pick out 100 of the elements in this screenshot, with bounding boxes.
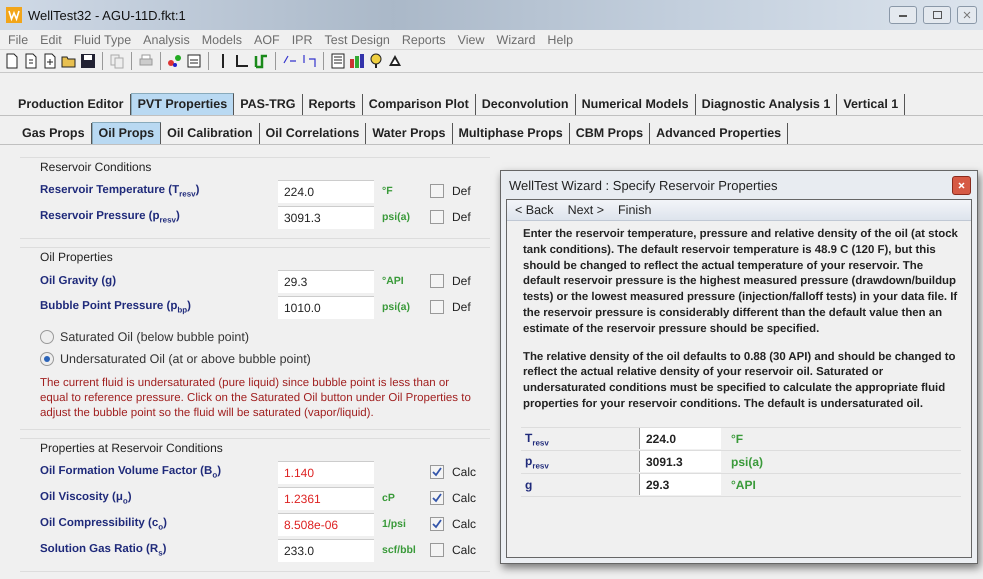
input-field[interactable]: 1010.0 bbox=[278, 296, 374, 318]
tab[interactable]: PVT Properties bbox=[130, 93, 234, 115]
checkbox[interactable] bbox=[430, 274, 444, 288]
radio-label: Undersaturated Oil (at or above bubble point) bbox=[60, 352, 311, 366]
checkmark-icon bbox=[432, 467, 442, 477]
u-curve-icon[interactable] bbox=[253, 53, 269, 69]
input-field[interactable]: 29.3 bbox=[639, 474, 721, 496]
checkbox-label: Calc bbox=[451, 491, 478, 505]
bar-chart-icon[interactable] bbox=[349, 53, 365, 69]
maximize-button[interactable] bbox=[923, 6, 951, 24]
checkbox[interactable] bbox=[430, 210, 444, 224]
checkbox-label: Def bbox=[451, 274, 472, 288]
input-field[interactable]: 3091.3 bbox=[639, 451, 721, 472]
checkbox-label: Calc bbox=[451, 517, 478, 531]
unit-label: psi(a) bbox=[730, 454, 764, 469]
checkbox-label: Def bbox=[451, 300, 472, 314]
unit-label: °F bbox=[730, 432, 744, 446]
nav-button[interactable]: Next > bbox=[568, 203, 604, 217]
tab[interactable]: Vertical 1 bbox=[837, 94, 906, 115]
file-icon[interactable] bbox=[23, 53, 39, 69]
unit-label: °API bbox=[730, 478, 757, 492]
minimize-button[interactable] bbox=[889, 6, 917, 24]
field-label: Bubble Point Pressure (p$_{bp}$) bbox=[40, 300, 192, 314]
checkbox[interactable] bbox=[430, 543, 444, 557]
checkbox[interactable] bbox=[430, 184, 444, 198]
radio-button[interactable] bbox=[40, 330, 54, 344]
status-message: The current fluid is undersaturated (pure liquid) since bubble point is less than or equal to reference pressure. Click on the Saturated Oil button under Oil Properties to adjust the bubble point so the fluid will be saturated (vapor/liquid). bbox=[40, 376, 472, 421]
instruction-text: Enter the reservoir temperature, pressure and relative density of the oil (at stock tank conditions). The default reservoir temperature is 48.9 C (120 F), but this should be changed to reflect the actual temperature of your reservoir. The default reservoir pressure is the highest measured pressure (drawdown/buildup tests) or the lowest measured pressure (injection/falloff tests) in your data file. If the reservoir pressure is considerably different than the default value then an estimate of the reservoir pressure should be specified. bbox=[523, 227, 959, 337]
nav-button[interactable]: Finish bbox=[618, 203, 652, 217]
tab[interactable]: Reports bbox=[302, 94, 363, 115]
save-icon[interactable] bbox=[80, 53, 96, 69]
menu-item[interactable]: File bbox=[2, 32, 34, 46]
tab[interactable]: Numerical Models bbox=[576, 94, 696, 115]
field-label: Solution Gas Ratio (R$_{s}$) bbox=[40, 542, 168, 558]
menu-item[interactable]: Models bbox=[196, 32, 248, 46]
input-field[interactable]: 1.140 bbox=[278, 460, 374, 484]
menu-item[interactable]: Fluid Type bbox=[68, 32, 138, 46]
window-title: WellTest32 - AGU-11D.fkt:1 bbox=[28, 8, 187, 22]
unit-label: psi(a) bbox=[381, 301, 412, 313]
unit-label: cP bbox=[381, 492, 396, 504]
checkbox[interactable] bbox=[430, 300, 444, 314]
menu-item[interactable]: Test Design bbox=[318, 32, 396, 46]
scatter-icon[interactable] bbox=[167, 53, 183, 69]
tab[interactable]: Multiphase Props bbox=[452, 123, 570, 144]
tab[interactable]: Water Props bbox=[366, 123, 452, 144]
tab[interactable]: Oil Correlations bbox=[260, 123, 366, 144]
app-logo-icon bbox=[6, 7, 22, 23]
checkbox-label: Calc bbox=[451, 543, 478, 557]
input-field[interactable]: 224.0 bbox=[278, 180, 374, 202]
tab[interactable]: PAS-TRG bbox=[234, 94, 303, 115]
tab[interactable]: Oil Props bbox=[92, 122, 162, 144]
menu-item[interactable]: IPR bbox=[286, 32, 319, 46]
field-label: Reservoir Temperature (T$_{resv}$) bbox=[40, 184, 200, 198]
menu-item[interactable]: Edit bbox=[34, 32, 68, 46]
tab[interactable]: Deconvolution bbox=[476, 94, 576, 115]
checkbox[interactable] bbox=[430, 517, 444, 531]
menu-item[interactable]: Reports bbox=[396, 32, 452, 46]
instruction-text: The relative density of the oil defaults to 0.88 (30 API) and should be changed to reflect the actual relative density of your reservoir oil. Saturated or undersaturated conditions must be specified to calculate the appropriate fluid properties for your reservoir conditions. The default is undersaturated oil. bbox=[523, 350, 956, 412]
new-file-icon[interactable] bbox=[4, 53, 20, 69]
menu-item[interactable]: AOF bbox=[248, 32, 286, 46]
tab[interactable]: Comparison Plot bbox=[362, 94, 476, 115]
input-field[interactable]: 29.3 bbox=[278, 270, 374, 292]
radio-button[interactable] bbox=[40, 352, 54, 366]
input-field[interactable]: 1.2361 bbox=[278, 486, 374, 510]
input-field[interactable]: 224.0 bbox=[639, 428, 721, 450]
tab[interactable]: Advanced Properties bbox=[650, 123, 788, 144]
field-label: Oil Viscosity (μ$_{o}$) bbox=[40, 490, 133, 506]
menu-item[interactable]: Analysis bbox=[137, 32, 196, 46]
unit-label: °API bbox=[381, 275, 405, 287]
tab[interactable]: Diagnostic Analysis 1 bbox=[696, 94, 838, 115]
parameter-label: T$_{resv}$ bbox=[524, 430, 550, 447]
window-icon[interactable] bbox=[186, 53, 202, 69]
unit-label: °F bbox=[381, 185, 394, 197]
menu-item[interactable]: Help bbox=[541, 32, 580, 46]
checkbox[interactable] bbox=[430, 465, 444, 479]
report-icon[interactable] bbox=[330, 53, 346, 69]
group-title: Reservoir Conditions bbox=[40, 160, 152, 174]
unit-label: scf/bbl bbox=[381, 544, 417, 556]
menu-item[interactable]: Wizard bbox=[490, 32, 542, 46]
input-field[interactable]: 233.0 bbox=[278, 538, 374, 562]
add-file-icon[interactable] bbox=[42, 53, 58, 69]
parameter-label: p$_{resv}$ bbox=[524, 454, 550, 470]
close-button[interactable] bbox=[952, 176, 971, 194]
input-field[interactable]: 8.508e-06 bbox=[278, 512, 374, 536]
group-title: Oil Properties bbox=[40, 250, 114, 264]
checkbox[interactable] bbox=[430, 491, 444, 505]
tab[interactable]: Oil Calibration bbox=[161, 123, 260, 144]
close-icon bbox=[963, 11, 971, 19]
nav-button[interactable]: < Back bbox=[515, 203, 554, 217]
l-curve-icon[interactable] bbox=[234, 53, 250, 69]
unit-label: psi(a) bbox=[381, 211, 412, 223]
field-label: Oil Formation Volume Factor (B$_{o}$) bbox=[40, 464, 222, 480]
minimize-icon bbox=[899, 14, 907, 16]
menu-item[interactable]: View bbox=[452, 32, 491, 46]
checkbox-label: Def bbox=[451, 184, 472, 198]
close-icon bbox=[958, 182, 965, 188]
input-field[interactable]: 3091.3 bbox=[278, 206, 374, 228]
checkmark-icon bbox=[432, 493, 442, 503]
field-label: Oil Compressibility (c$_{o}$) bbox=[40, 516, 168, 532]
tab[interactable]: CBM Props bbox=[570, 123, 650, 144]
